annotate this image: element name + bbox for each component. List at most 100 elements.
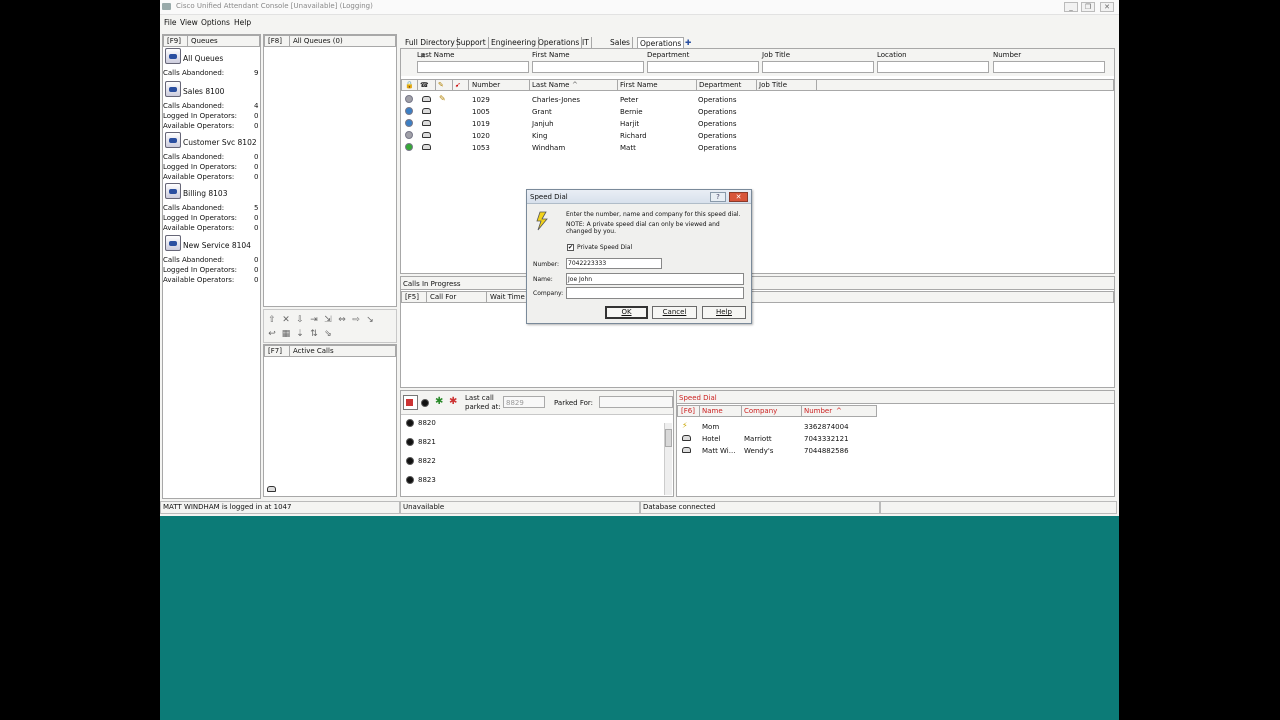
- active-calls-panel: [F7] Active Calls: [263, 344, 397, 497]
- dialog-help-button[interactable]: ?: [710, 192, 726, 202]
- speed-dial-key: [F6]: [681, 407, 695, 415]
- park-icon[interactable]: ⇲: [323, 315, 333, 325]
- transfer-icon[interactable]: ⇥: [309, 315, 319, 325]
- keypad-icon[interactable]: ▦: [281, 329, 291, 339]
- filter-input[interactable]: [877, 61, 989, 73]
- queue-name[interactable]: Customer Svc 8102: [183, 138, 257, 147]
- answer-call-icon[interactable]: ⇧: [267, 315, 277, 325]
- table-row[interactable]: ✎ 1029 Charles-Jones Peter Operations: [401, 94, 1114, 106]
- filter-input[interactable]: [532, 61, 644, 73]
- ok-button[interactable]: OK: [605, 306, 648, 319]
- name-label: Name:: [533, 276, 553, 283]
- menu-view[interactable]: View: [180, 18, 198, 27]
- park-slot-icon[interactable]: [421, 399, 429, 407]
- dialog-note: NOTE: A private speed dial can only be v…: [566, 221, 720, 235]
- menu-file[interactable]: File: [164, 18, 177, 27]
- park-slot-number[interactable]: 8821: [418, 438, 436, 446]
- park-slot-number[interactable]: 8823: [418, 476, 436, 484]
- column-header[interactable]: Department: [699, 81, 741, 89]
- cell-last-name: Grant: [532, 108, 552, 116]
- queue-name[interactable]: Billing 8103: [183, 189, 227, 198]
- filter-input[interactable]: [647, 61, 759, 73]
- record-icon[interactable]: ⇅: [309, 329, 319, 339]
- column-header[interactable]: Job Title: [759, 81, 787, 89]
- all-queues-title[interactable]: All Queues (0): [293, 37, 343, 45]
- table-row[interactable]: 1005 Grant Bernie Operations: [401, 106, 1114, 118]
- filter-input[interactable]: [417, 61, 529, 73]
- park-slot-icon[interactable]: [406, 476, 414, 484]
- queue-name[interactable]: New Service 8104: [183, 241, 251, 250]
- table-row[interactable]: 1020 King Richard Operations: [401, 130, 1114, 142]
- column-header[interactable]: First Name: [620, 81, 658, 89]
- list-item[interactable]: Matt Wi... Wendy's 7044882586: [677, 445, 1114, 457]
- active-calls-header: [F7] Active Calls: [264, 345, 396, 357]
- list-item[interactable]: ⚡ Mom 3362874004: [677, 421, 1114, 433]
- list-item[interactable]: Hotel Marriott 7043332121: [677, 433, 1114, 445]
- table-row[interactable]: 1053 Windham Matt Operations: [401, 142, 1114, 154]
- help-button[interactable]: Help: [702, 306, 746, 319]
- filter-input[interactable]: [993, 61, 1105, 73]
- park-settings-icon[interactable]: [403, 395, 418, 410]
- minimize-button[interactable]: _: [1064, 2, 1078, 12]
- restore-button[interactable]: ❐: [1081, 2, 1095, 12]
- queue-name[interactable]: Sales 8100: [183, 87, 224, 96]
- menu-help[interactable]: Help: [234, 18, 251, 27]
- all-queues-panel: [F8] All Queues (0): [263, 34, 397, 307]
- park-scrollbar[interactable]: [664, 423, 672, 495]
- camp-on-icon[interactable]: ⇣: [295, 329, 305, 339]
- col-sd-name[interactable]: Name: [702, 407, 723, 415]
- phone-icon[interactable]: [422, 120, 431, 126]
- park-slot-number[interactable]: 8822: [418, 457, 436, 465]
- park-slot-icon[interactable]: [406, 438, 414, 446]
- close-window-button[interactable]: ✕: [1100, 2, 1114, 12]
- filter-input[interactable]: [762, 61, 874, 73]
- queue-icon[interactable]: [165, 183, 181, 199]
- col-sd-company[interactable]: Company: [744, 407, 777, 415]
- col-wait-time[interactable]: Wait Time: [490, 293, 525, 301]
- menu-options[interactable]: Options: [201, 18, 230, 27]
- cancel-button[interactable]: Cancel: [652, 306, 697, 319]
- table-row[interactable]: 1019 Janjuh Harjit Operations: [401, 118, 1114, 130]
- phone-icon[interactable]: [422, 108, 431, 114]
- sd-number: 7044882586: [804, 447, 849, 455]
- filter-label: Last Name: [417, 51, 455, 59]
- queue-icon[interactable]: [165, 81, 181, 97]
- column-header[interactable]: Last Name: [532, 81, 569, 89]
- hold-call-icon[interactable]: ⇩: [295, 315, 305, 325]
- queue-icon[interactable]: [165, 235, 181, 251]
- queue-name[interactable]: All Queues: [183, 54, 223, 63]
- last-call-parked-field: 8829: [503, 396, 545, 408]
- phone-icon[interactable]: [267, 486, 276, 492]
- phone-icon[interactable]: [422, 96, 431, 102]
- park-busy-icon[interactable]: ✱: [449, 396, 457, 407]
- park-available-icon[interactable]: ✱: [435, 396, 443, 407]
- company-input[interactable]: [566, 287, 744, 299]
- redial-icon[interactable]: ↘: [365, 315, 375, 325]
- cell-department: Operations: [698, 132, 737, 140]
- col-call-for[interactable]: Call For: [430, 293, 456, 301]
- column-header[interactable]: Number: [472, 81, 500, 89]
- park-slot-number[interactable]: 8820: [418, 419, 436, 427]
- calls-in-progress-header: [F5] Call For Wait Time: [401, 291, 1114, 303]
- number-input[interactable]: 7042223333: [566, 258, 662, 269]
- queue-stat-label: Calls Abandoned:: [163, 256, 225, 264]
- col-sd-number[interactable]: Number: [804, 407, 832, 415]
- phone-icon[interactable]: [422, 144, 431, 150]
- private-speed-dial-checkbox[interactable]: ✔: [567, 244, 574, 251]
- phone-icon[interactable]: [422, 132, 431, 138]
- queue-stat-label: Logged In Operators:: [163, 163, 237, 171]
- dialog-close-button[interactable]: ✕: [729, 192, 748, 202]
- dial-icon[interactable]: ↩: [267, 329, 277, 339]
- queue-icon[interactable]: [165, 48, 181, 64]
- queue-stat-value: 0: [254, 266, 259, 274]
- cell-number: 1019: [472, 120, 490, 128]
- forward-icon[interactable]: ⇨: [351, 315, 361, 325]
- queue-icon[interactable]: [165, 132, 181, 148]
- voicemail-icon[interactable]: ⇘: [323, 329, 333, 339]
- park-slot-icon[interactable]: [406, 457, 414, 465]
- conference-icon[interactable]: ⇔: [337, 315, 347, 325]
- park-slot-icon[interactable]: [406, 419, 414, 427]
- name-input[interactable]: Joe John: [566, 273, 744, 285]
- queue-stat-value: 0: [254, 112, 259, 120]
- release-call-icon[interactable]: ✕: [281, 315, 291, 325]
